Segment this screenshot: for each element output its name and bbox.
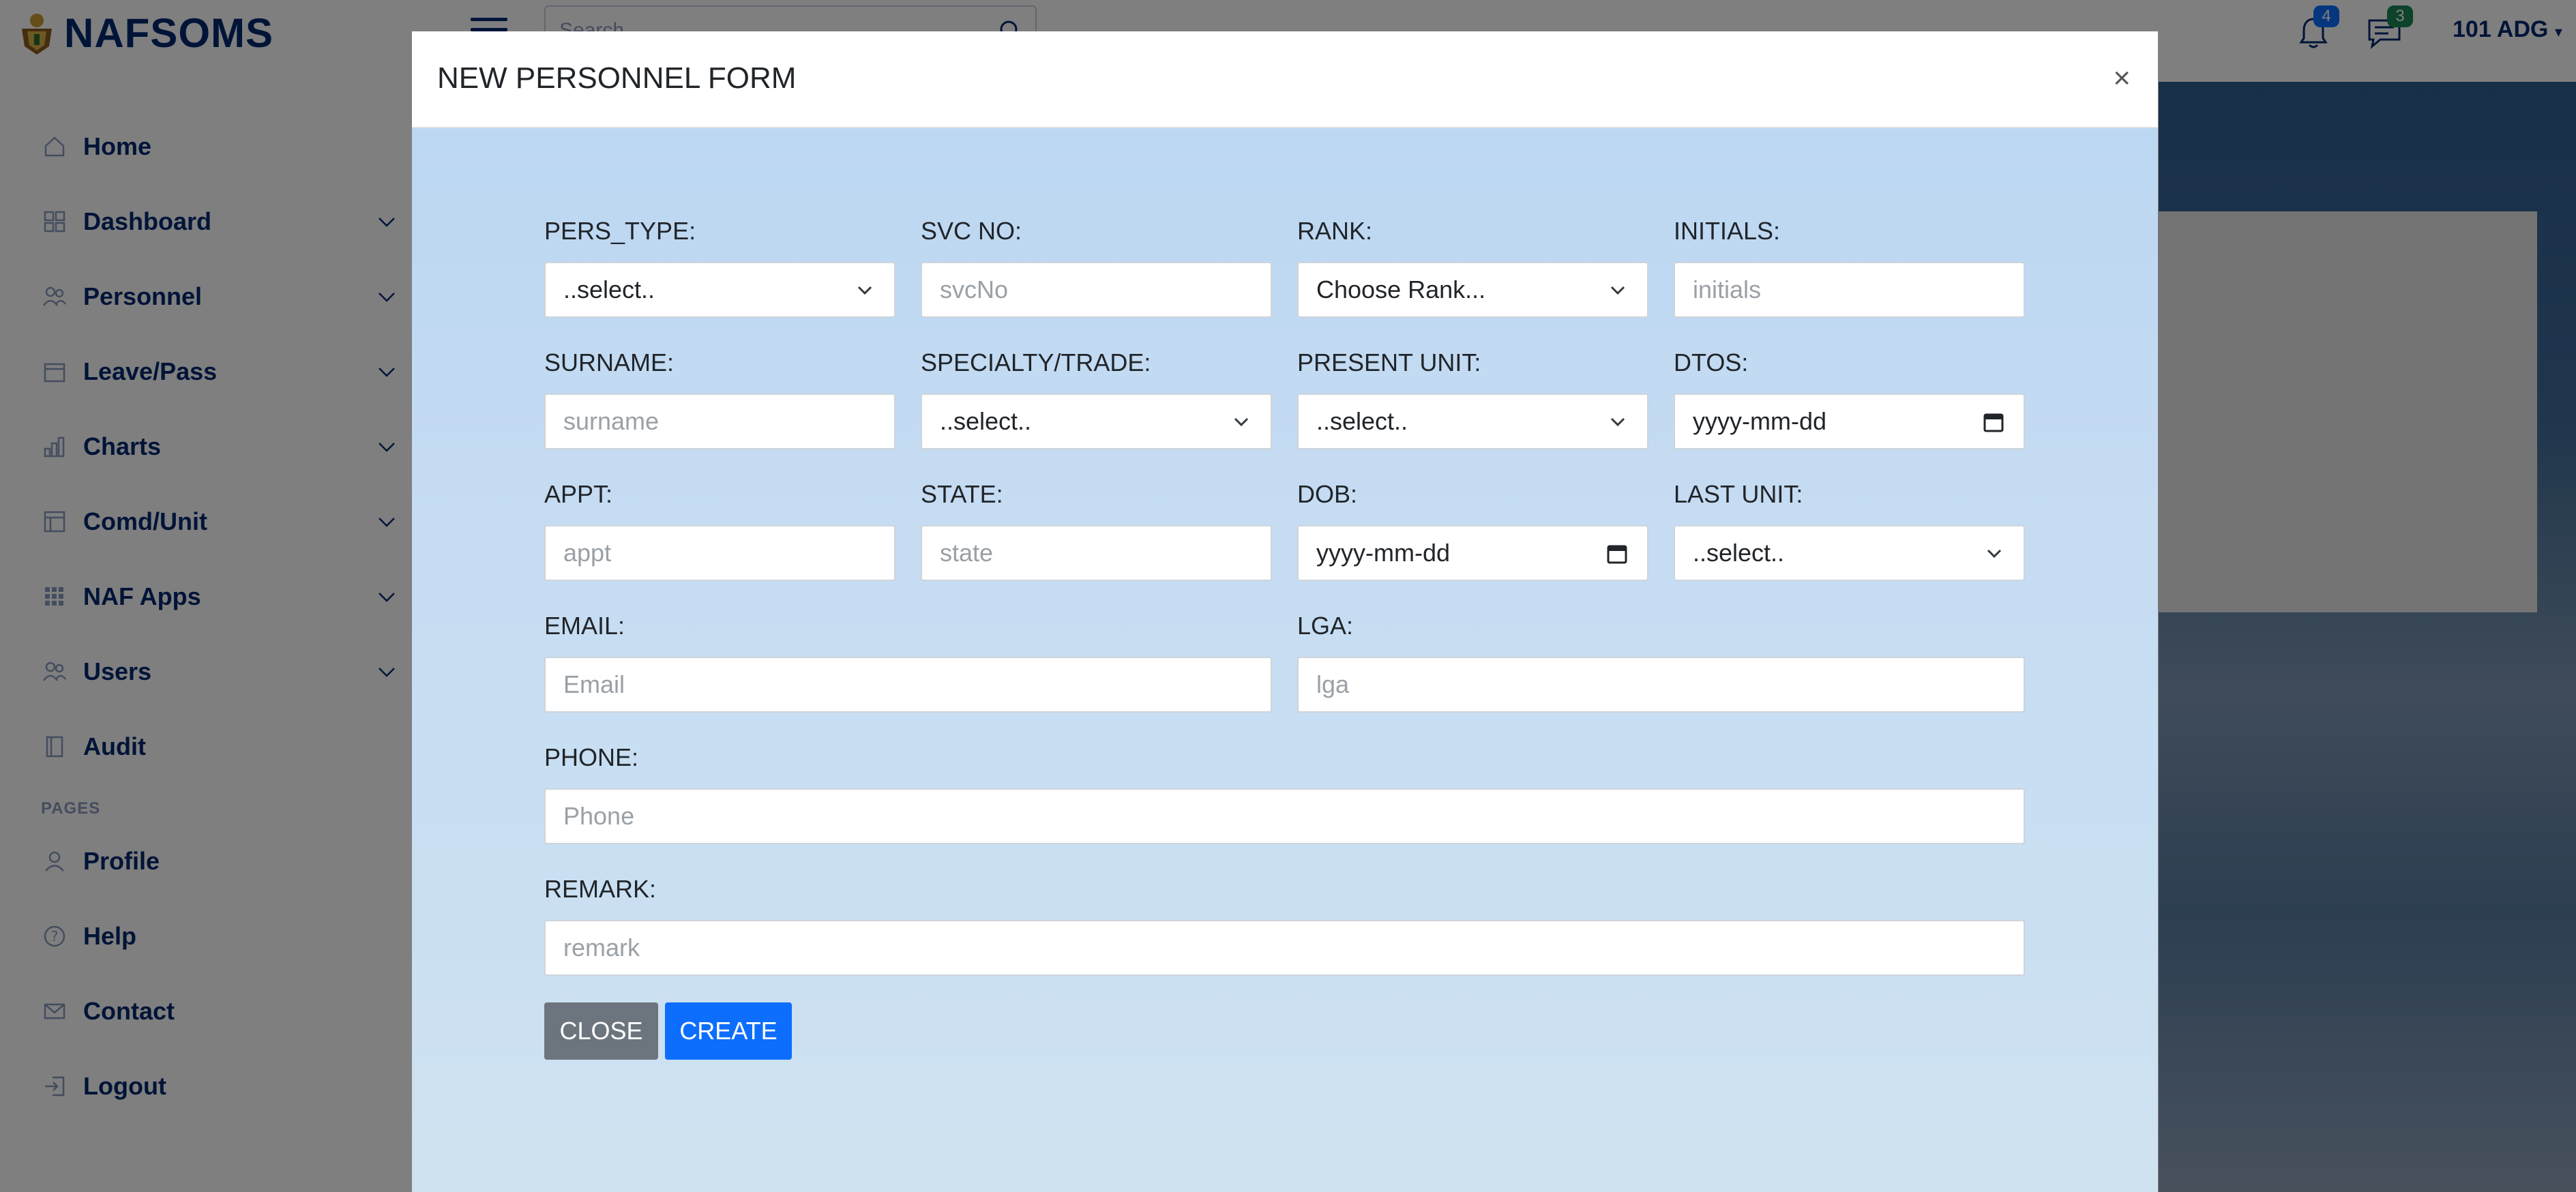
remark-label: REMARK: <box>544 875 657 903</box>
lga-label: LGA: <box>1297 612 1354 640</box>
modal-title: NEW PERSONNEL FORM <box>437 61 797 95</box>
phone-label: PHONE: <box>544 743 639 771</box>
chevron-down-icon <box>857 286 872 295</box>
chevron-down-icon <box>1987 549 2002 558</box>
calendar-icon[interactable] <box>1983 411 2004 433</box>
surname-label: SURNAME: <box>544 348 675 376</box>
rank-value: Choose Rank... <box>1316 275 1486 303</box>
chevron-down-icon <box>1610 417 1625 427</box>
pers-type-select[interactable]: ..select.. <box>544 262 895 318</box>
state-input[interactable]: state <box>921 525 1272 581</box>
appt-input[interactable]: appt <box>544 525 895 581</box>
last-unit-label: LAST UNIT: <box>1674 480 1803 508</box>
email-label: EMAIL: <box>544 612 625 640</box>
svc-no-input[interactable]: svcNo <box>921 262 1272 318</box>
svc-no-placeholder: svcNo <box>940 275 1009 303</box>
modal-header: NEW PERSONNEL FORM × <box>412 31 2158 128</box>
rank-label: RANK: <box>1297 217 1373 245</box>
dob-date-input[interactable]: yyyy-mm-dd <box>1297 525 1648 581</box>
specialty-select[interactable]: ..select.. <box>921 393 1272 449</box>
dob-value: yyyy-mm-dd <box>1316 539 1450 567</box>
email-input[interactable]: Email <box>544 657 1272 713</box>
close-button[interactable]: CLOSE <box>544 1002 658 1060</box>
lga-placeholder: lga <box>1316 670 1350 698</box>
lga-input[interactable]: lga <box>1297 657 2025 713</box>
svc-no-label: SVC NO: <box>921 217 1022 245</box>
chevron-down-icon <box>1610 286 1625 295</box>
personnel-form: PERS_TYPE: ..select.. SVC NO: svcNo RANK… <box>412 128 2158 1192</box>
dtos-label: DTOS: <box>1674 348 1749 376</box>
present-unit-select[interactable]: ..select.. <box>1297 393 1648 449</box>
specialty-label: SPECIALTY/TRADE: <box>921 348 1151 376</box>
close-icon[interactable]: × <box>2113 61 2131 95</box>
dob-label: DOB: <box>1297 480 1358 508</box>
dtos-value: yyyy-mm-dd <box>1693 407 1826 435</box>
initials-input[interactable]: initials <box>1674 262 2025 318</box>
pers-type-label: PERS_TYPE: <box>544 217 696 245</box>
new-personnel-modal: NEW PERSONNEL FORM × PERS_TYPE: ..select… <box>412 31 2158 1192</box>
remark-placeholder: remark <box>563 934 640 962</box>
phone-input[interactable]: Phone <box>544 788 2025 844</box>
chevron-down-icon <box>1234 417 1249 427</box>
calendar-icon[interactable] <box>1606 543 1628 565</box>
initials-placeholder: initials <box>1693 275 1762 303</box>
initials-label: INITIALS: <box>1674 217 1781 245</box>
phone-placeholder: Phone <box>563 802 635 830</box>
dtos-date-input[interactable]: yyyy-mm-dd <box>1674 393 2025 449</box>
pers-type-value: ..select.. <box>563 275 655 303</box>
present-unit-value: ..select.. <box>1316 407 1408 435</box>
remark-input[interactable]: remark <box>544 920 2025 976</box>
appt-placeholder: appt <box>563 539 612 567</box>
specialty-value: ..select.. <box>940 407 1032 435</box>
email-placeholder: Email <box>563 670 625 698</box>
rank-select[interactable]: Choose Rank... <box>1297 262 1648 318</box>
surname-placeholder: surname <box>563 407 660 435</box>
surname-input[interactable]: surname <box>544 393 895 449</box>
state-label: STATE: <box>921 480 1003 508</box>
last-unit-select[interactable]: ..select.. <box>1674 525 2025 581</box>
create-button[interactable]: CREATE <box>665 1002 792 1060</box>
last-unit-value: ..select.. <box>1693 539 1785 567</box>
present-unit-label: PRESENT UNIT: <box>1297 348 1481 376</box>
state-placeholder: state <box>940 539 994 567</box>
appt-label: APPT: <box>544 480 613 508</box>
